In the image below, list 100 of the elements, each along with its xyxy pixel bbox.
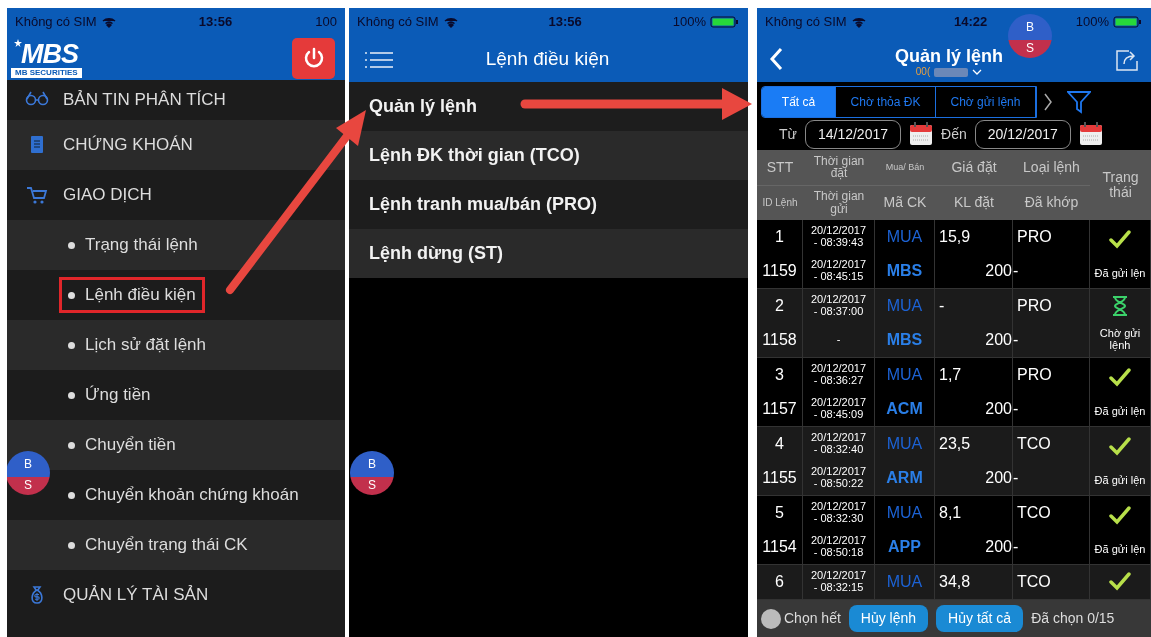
caret-icon[interactable] [972,69,983,75]
table-cell: 200 [935,530,1013,564]
clock-text: 14:22 [954,13,988,32]
table-cell: - [1013,392,1090,426]
status-text: Đã gửi lện [1094,267,1146,280]
blurred-area [934,67,969,77]
bullet-icon [68,491,75,499]
table-cell: 8,1 [935,496,1013,530]
submenu-item[interactable]: Lệnh điều kiện [59,277,205,313]
column-header: Trạng thái [1101,168,1140,202]
table-cell: MUA [875,358,935,392]
table-cell: 4 [757,427,803,461]
date-label: Đến [941,124,967,144]
wifi-icon [101,16,116,28]
table-cell: - [1013,323,1090,357]
table-cell: 15,9 [935,220,1013,254]
bullet-icon [68,391,75,399]
table-cell: ARM [875,461,935,495]
date-label: Từ [779,124,797,144]
action-button[interactable]: Hủy lệnh [848,605,929,632]
table-cell: 20/12/2017 - 08:45:09 [803,392,875,426]
menu-item[interactable]: Lệnh ĐK thời gian (TCO) [349,131,748,180]
battery-icon [1113,16,1143,28]
table-cell: - [1013,530,1090,564]
wifi-icon [443,16,458,28]
table-cell: 20/12/2017 - 08:32:30 [803,496,875,530]
filter-tab[interactable]: Tất cả [762,87,836,117]
column-header: STT [765,157,795,177]
table-cell: 2 [757,289,803,323]
bullet-icon [68,441,75,449]
menu-item[interactable]: Lệnh tranh mua/bán (PRO) [349,180,748,229]
table-cell: 6 [757,565,803,599]
status-text: Đã gửi lện [1094,474,1146,487]
calendar-icon[interactable] [909,122,933,146]
submenu-item[interactable]: Chuyển tiền [59,427,185,463]
check-icon [1109,366,1131,389]
table-cell: 20/12/2017 - 08:39:43 [803,220,875,254]
clock-text: 13:56 [548,13,582,32]
select-all-radio[interactable]: Chọn hết [761,608,841,629]
check-icon [1109,571,1131,593]
star-icon [14,38,22,47]
submenu-item[interactable]: Chuyển khoản chứng khoán [59,477,308,513]
table-cell: PRO [1013,289,1090,323]
table-cell: MBS [875,254,935,288]
table-cell: MUA [875,427,935,461]
battery-icon [710,16,740,28]
share-button[interactable] [1115,47,1139,71]
table-cell: TCO [1013,565,1090,599]
menu-item[interactable]: GIAO DỊCH [63,182,152,208]
table-cell: 200 [935,461,1013,495]
table-cell: 34,8 [935,565,1013,599]
table-cell: MUA [875,220,935,254]
table-cell: APP [875,530,935,564]
table-cell: 20/12/2017 - 08:50:18 [803,530,875,564]
table-cell: 200 [935,323,1013,357]
bullet-icon [68,341,75,349]
table-cell: 23,5 [935,427,1013,461]
carrier-text: Không có SIM [15,13,97,32]
calendar-icon[interactable] [1078,122,1103,146]
date-field[interactable]: 14/12/2017 [804,119,901,149]
action-button[interactable]: Hủy tất cả [936,605,1024,632]
chevron-right-icon[interactable] [1043,92,1053,112]
table-cell: ACM [875,392,935,426]
selected-count: Đã chọn 0/15 [1031,609,1115,628]
table-cell: 20/12/2017 - 08:50:22 [803,461,875,495]
bullet-icon [68,241,75,249]
table-cell: 1,7 [935,358,1013,392]
check-icon [1109,435,1131,458]
back-button[interactable] [769,46,783,72]
table-cell: PRO [1013,220,1090,254]
table-cell: 20/12/2017 - 08:32:15 [803,565,875,599]
table-cell: MUA [875,565,935,599]
table-cell: 20/12/2017 - 08:32:40 [803,427,875,461]
column-header: Giá đặt [950,157,998,177]
power-button[interactable] [292,37,335,79]
wifi-icon [851,16,866,28]
table-cell: 20/12/2017 - 08:45:15 [803,254,875,288]
column-header: Mua/ Bán [884,160,926,174]
battery-percent: 100% [1075,13,1109,32]
menu-item[interactable]: CHỨNG KHOÁN [63,132,193,158]
battery-percent: 100% [672,13,706,32]
table-cell: 20/12/2017 - 08:36:27 [803,358,875,392]
filter-icon[interactable] [1067,90,1091,114]
battery-percent: 100 [315,13,337,32]
table-cell: TCO [1013,496,1090,530]
power-icon[interactable] [302,47,325,69]
table-cell: 1157 [757,392,803,426]
clock-text: 13:56 [198,13,233,32]
table-cell: 1158 [757,323,803,357]
check-icon [1109,504,1131,527]
table-cell: MUA [875,289,935,323]
screen-title: Lệnh điều kiện [484,46,611,71]
date-field[interactable]: 20/12/2017 [974,119,1071,149]
table-cell: 1159 [757,254,803,288]
column-header: Thời gian đặt [812,152,866,183]
table-cell: 5 [757,496,803,530]
table-cell: - [1013,254,1090,288]
table-cell: 20/12/2017 - 08:37:00 [803,289,875,323]
menu-item[interactable]: Lệnh dừng (ST) [349,229,748,278]
screen-title: Quản lý lệnh [895,46,1003,66]
